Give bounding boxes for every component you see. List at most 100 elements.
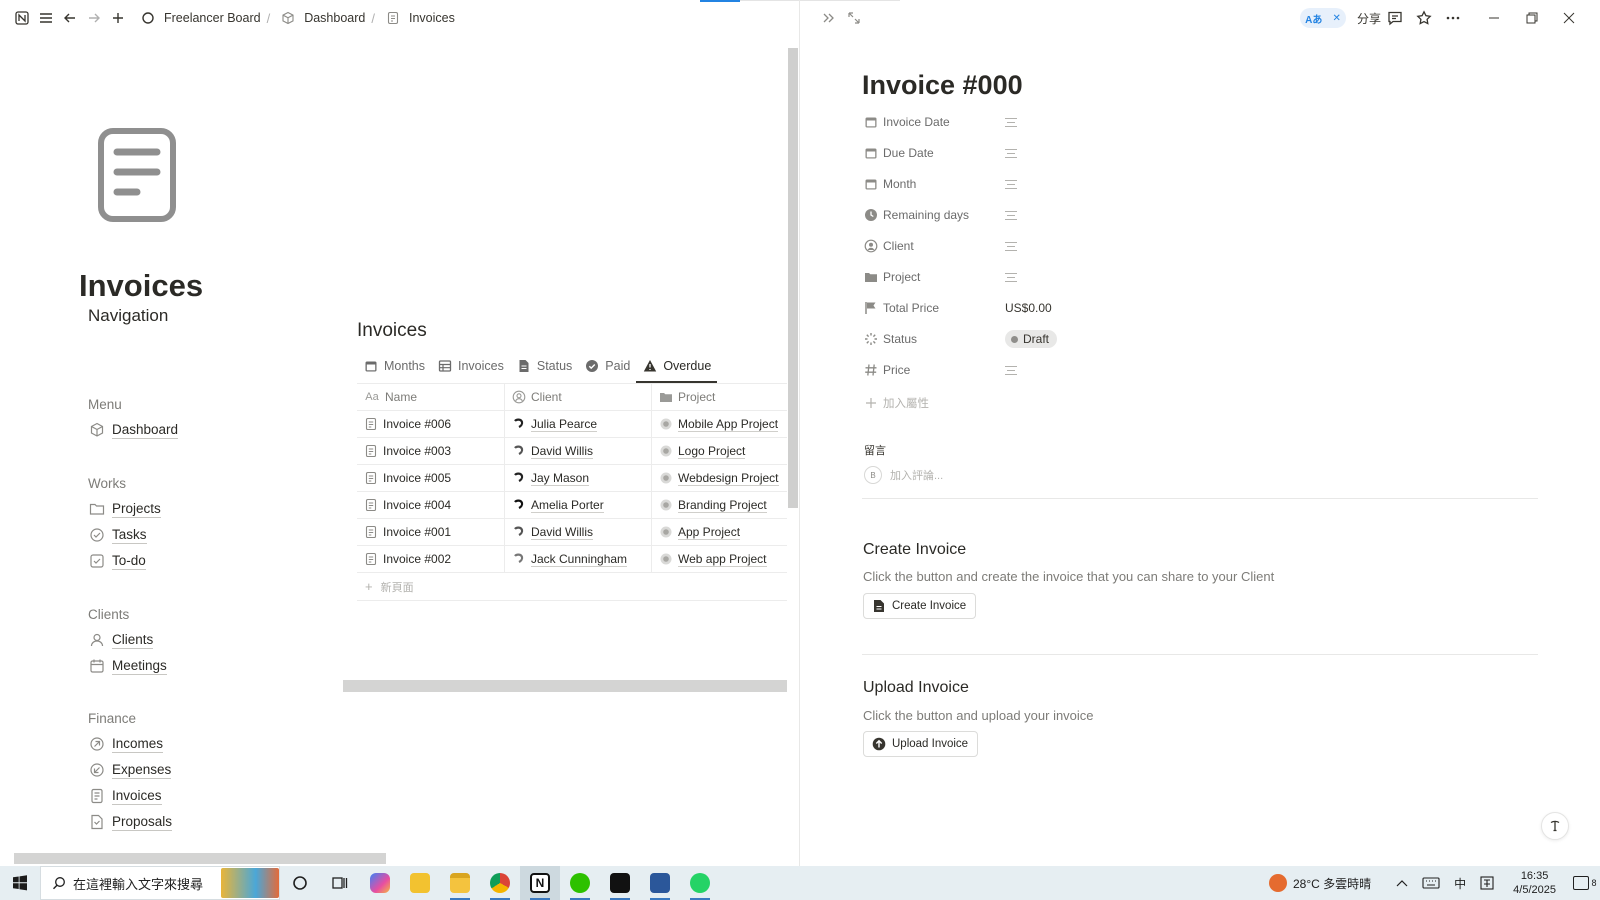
cell-client[interactable]: Amelia Porter (505, 492, 652, 518)
nav-item-invoices[interactable]: Invoices (88, 783, 288, 809)
table-row[interactable]: Invoice #001 David Willis App Project (357, 519, 787, 546)
column-header-project[interactable]: Project (652, 384, 787, 410)
breadcrumb-workspace[interactable]: Freelancer Board (164, 11, 261, 25)
column-header-name[interactable]: Aa Name (357, 384, 505, 410)
table-horizontal-scrollbar[interactable] (343, 680, 787, 692)
nav-item-expenses[interactable]: Expenses (88, 757, 288, 783)
close-icon[interactable]: ✕ (1333, 13, 1341, 24)
keyboard-icon[interactable] (1422, 877, 1440, 889)
nav-item-clients[interactable]: Clients (88, 627, 288, 653)
empty-value-icon[interactable] (1005, 272, 1017, 282)
property-remaining-days[interactable]: Remaining days (863, 203, 1263, 227)
page-horizontal-scrollbar[interactable] (14, 853, 386, 864)
property-status[interactable]: Status Draft (863, 327, 1263, 351)
cell-name[interactable]: Invoice #006 (357, 411, 505, 437)
clock[interactable]: 16:35 4/5/2025 (1513, 869, 1556, 897)
status-badge[interactable]: Draft (1005, 330, 1058, 348)
tab-invoices[interactable]: Invoices (431, 350, 510, 382)
cortana-button[interactable] (280, 866, 320, 900)
notion-logo-icon[interactable] (10, 6, 34, 30)
minimize-icon[interactable] (1483, 7, 1505, 29)
table-row[interactable]: Invoice #005 Jay Mason Webdesign Project (357, 465, 787, 492)
table-row[interactable]: Invoice #004 Amelia Porter Branding Projec… (357, 492, 787, 519)
nav-item-proposals[interactable]: Proposals (88, 809, 288, 835)
nav-item-todo[interactable]: To-do (88, 548, 288, 574)
property-project[interactable]: Project (863, 265, 1263, 289)
cell-name[interactable]: Invoice #001 (357, 519, 505, 545)
menu-icon[interactable] (34, 6, 58, 30)
table-row[interactable]: Invoice #002 Jack Cunningham Web app Proje… (357, 546, 787, 573)
cell-project[interactable]: App Project (652, 519, 787, 545)
taskbar-app-chrome[interactable] (480, 866, 520, 900)
cell-client[interactable]: Julia Pearce (505, 411, 652, 437)
property-due-date[interactable]: Due Date (863, 141, 1263, 165)
cell-project[interactable]: Webdesign Project (652, 465, 787, 491)
start-button[interactable] (0, 866, 40, 900)
property-month[interactable]: Month (863, 172, 1263, 196)
cell-name[interactable]: Invoice #005 (357, 465, 505, 491)
notification-center-button[interactable]: 8 (1570, 866, 1600, 900)
taskbar-app-file-explorer[interactable] (440, 866, 480, 900)
help-button[interactable] (1541, 812, 1569, 840)
page-document-icon[interactable] (98, 128, 176, 222)
taskbar-app-mail[interactable] (400, 866, 440, 900)
breadcrumb-parent[interactable]: Dashboard (304, 11, 365, 25)
table-row[interactable]: Invoice #006 Julia Pearce Mobile App Proje… (357, 411, 787, 438)
cell-name[interactable]: Invoice #002 (357, 546, 505, 572)
cell-client[interactable]: David Willis (505, 438, 652, 464)
property-value[interactable]: US$0.00 (1005, 301, 1052, 315)
property-total-price[interactable]: Total Price US$0.00 (863, 296, 1263, 320)
comment-input[interactable]: B 加入評論... (864, 466, 943, 484)
breadcrumb-current[interactable]: Invoices (409, 11, 455, 25)
forward-arrow-icon[interactable] (82, 6, 106, 30)
empty-value-icon[interactable] (1005, 148, 1017, 158)
tab-months[interactable]: Months (357, 350, 431, 382)
property-price[interactable]: Price (863, 358, 1263, 382)
ime-mode-icon[interactable] (1480, 876, 1494, 890)
create-invoice-button[interactable]: Create Invoice (863, 593, 977, 619)
search-highlight-image[interactable] (221, 868, 279, 898)
weather-widget[interactable]: 28°C 多雲時晴 (1269, 874, 1371, 892)
star-icon[interactable] (1413, 7, 1435, 29)
nav-item-projects[interactable]: Projects (88, 496, 288, 522)
tab-status[interactable]: Status (510, 350, 578, 382)
translate-chip[interactable]: Aあ ✕ (1300, 8, 1346, 28)
cell-project[interactable]: Mobile App Project (652, 411, 787, 437)
comment-icon[interactable] (1384, 7, 1406, 29)
empty-value-icon[interactable] (1005, 365, 1017, 375)
page-vertical-scrollbar[interactable] (788, 48, 798, 508)
table-row[interactable]: Invoice #003 David Willis Logo Project (357, 438, 787, 465)
cell-project[interactable]: Branding Project (652, 492, 787, 518)
cell-client[interactable]: Jack Cunningham (505, 546, 652, 572)
tab-paid[interactable]: Paid (578, 350, 636, 382)
cell-project[interactable]: Logo Project (652, 438, 787, 464)
property-client[interactable]: Client (863, 234, 1263, 258)
empty-value-icon[interactable] (1005, 210, 1017, 220)
taskbar-app-word[interactable] (640, 866, 680, 900)
taskbar-search-box[interactable]: 在這裡輸入文字來搜尋 (40, 866, 280, 900)
expand-icon[interactable] (843, 7, 865, 29)
cell-client[interactable]: David Willis (505, 519, 652, 545)
property-invoice-date[interactable]: Invoice Date (863, 110, 1263, 134)
close-window-icon[interactable] (1558, 7, 1580, 29)
share-button[interactable]: 分享 (1357, 10, 1381, 27)
nav-item-dashboard[interactable]: Dashboard (88, 417, 288, 443)
invoice-title[interactable]: Invoice #000 (862, 70, 1023, 101)
taskbar-app-wechat[interactable] (560, 866, 600, 900)
back-arrow-icon[interactable] (58, 6, 82, 30)
taskbar-app-whatsapp[interactable] (680, 866, 720, 900)
new-page-row[interactable]: + 新頁面 (357, 573, 787, 601)
ime-indicator[interactable]: 中 (1454, 875, 1466, 892)
empty-value-icon[interactable] (1005, 117, 1017, 127)
cell-client[interactable]: Jay Mason (505, 465, 652, 491)
nav-item-meetings[interactable]: Meetings (88, 653, 288, 679)
more-options-icon[interactable] (1442, 7, 1464, 29)
taskbar-app-copilot[interactable] (360, 866, 400, 900)
cell-name[interactable]: Invoice #004 (357, 492, 505, 518)
collapse-panel-icon[interactable] (818, 7, 840, 29)
nav-item-tasks[interactable]: Tasks (88, 522, 288, 548)
task-view-button[interactable] (320, 866, 360, 900)
new-page-plus-icon[interactable] (106, 6, 130, 30)
restore-icon[interactable] (1521, 7, 1543, 29)
upload-invoice-button[interactable]: Upload Invoice (863, 731, 979, 757)
